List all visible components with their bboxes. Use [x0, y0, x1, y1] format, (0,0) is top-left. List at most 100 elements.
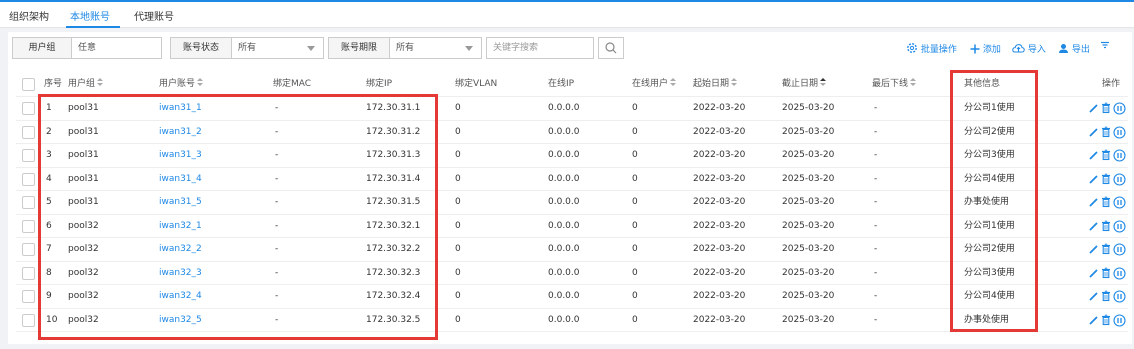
pause-icon[interactable]	[1113, 172, 1126, 186]
account-status-select[interactable]: 所有	[232, 37, 324, 59]
select-all-checkbox[interactable]	[22, 78, 35, 91]
column-filter-button[interactable]	[1100, 40, 1110, 51]
cell-account[interactable]: iwan31_2	[159, 121, 202, 144]
edit-icon[interactable]	[1088, 196, 1099, 208]
col-header-online-user[interactable]: 在线用户	[632, 73, 677, 96]
cell-other-info: 办事处使用	[964, 197, 1010, 207]
row-checkbox[interactable]	[22, 219, 35, 233]
cell-account[interactable]: iwan31_1	[159, 97, 202, 120]
cell-mac: -	[275, 150, 279, 160]
trash-icon[interactable]	[1101, 314, 1111, 326]
table-row: 1 pool31 iwan31_1 - 172.30.31.1 0 0.0.0.0 0 2022…	[16, 97, 1128, 121]
cell-account[interactable]: iwan32_4	[159, 285, 202, 308]
row-checkbox[interactable]	[22, 290, 35, 303]
cell-account[interactable]: iwan32_5	[159, 309, 202, 332]
edit-icon[interactable]	[1088, 243, 1099, 255]
pause-icon[interactable]	[1113, 290, 1126, 303]
row-checkbox[interactable]	[22, 313, 35, 327]
pause-icon[interactable]	[1113, 196, 1126, 209]
trash-icon[interactable]	[1101, 126, 1111, 138]
cell-mac: -	[275, 267, 279, 278]
cell-vlan: 0	[455, 173, 461, 184]
col-header-account[interactable]: 用户账号	[159, 73, 204, 96]
row-checkbox[interactable]	[22, 266, 35, 280]
row-checkbox[interactable]	[22, 172, 35, 186]
export-button[interactable]: 导出	[1058, 42, 1090, 55]
cell-account[interactable]: iwan31_4	[159, 168, 202, 191]
pause-icon[interactable]	[1113, 149, 1126, 162]
cell-no: 8	[46, 267, 52, 278]
edit-icon[interactable]	[1088, 126, 1099, 138]
keyword-search-input[interactable]	[486, 37, 594, 59]
trash-icon[interactable]	[1101, 149, 1111, 161]
edit-icon[interactable]	[1088, 102, 1099, 114]
cell-account[interactable]: iwan32_1	[159, 215, 202, 238]
cell-group: pool32	[68, 291, 99, 301]
edit-icon[interactable]	[1088, 290, 1099, 302]
row-checkbox[interactable]	[22, 196, 35, 209]
pause-icon[interactable]	[1113, 266, 1126, 280]
pause-icon[interactable]	[1113, 243, 1126, 256]
col-header-last-offline[interactable]: 最后下线	[872, 73, 917, 96]
edit-icon[interactable]	[1088, 220, 1099, 232]
col-header-end-date[interactable]: 截止日期	[782, 73, 827, 96]
tab-local-accounts[interactable]: 本地账号	[70, 8, 110, 23]
col-header-group[interactable]: 用户组	[68, 73, 104, 96]
edit-icon[interactable]	[1088, 149, 1099, 161]
cell-start-date: 2022-03-20	[693, 173, 746, 184]
edit-icon[interactable]	[1088, 314, 1099, 326]
table-row: 5 pool31 iwan31_5 - 172.30.31.5 0 0.0.0.0 0 2022…	[16, 191, 1128, 215]
cell-group: pool31	[68, 197, 99, 207]
tab-proxy-accounts[interactable]: 代理账号	[134, 8, 174, 23]
cell-start-date: 2022-03-20	[693, 103, 746, 113]
col-header-start-date[interactable]: 起始日期	[693, 73, 738, 96]
row-checkbox[interactable]	[22, 149, 35, 162]
trash-icon[interactable]	[1101, 220, 1111, 232]
cell-end-date: 2025-03-20	[782, 197, 835, 207]
table-header: 序号 用户组 用户账号 绑定MAC 绑定IP 绑定VLAN 在线IP 在线用户 …	[16, 73, 1128, 97]
user-group-select[interactable]: 任意	[72, 37, 162, 59]
batch-operation-button[interactable]: 批量操作	[906, 42, 957, 55]
table-row: 9 pool32 iwan32_4 - 172.30.32.4 0 0.0.0.0 0 2022…	[16, 285, 1128, 309]
search-button[interactable]	[598, 37, 624, 59]
trash-icon[interactable]	[1101, 196, 1111, 208]
cell-account[interactable]: iwan32_3	[159, 262, 202, 285]
pause-icon[interactable]	[1113, 219, 1126, 233]
col-header-online-ip: 在线IP	[548, 79, 575, 89]
tab-org-structure[interactable]: 组织架构	[9, 8, 49, 23]
cell-vlan: 0	[455, 291, 461, 301]
trash-icon[interactable]	[1101, 102, 1111, 114]
row-checkbox[interactable]	[22, 243, 35, 256]
cell-start-date: 2022-03-20	[693, 314, 746, 325]
cell-mac: -	[275, 126, 279, 137]
col-header-end-date-label: 截止日期	[782, 79, 819, 89]
cell-end-date: 2025-03-20	[782, 291, 835, 301]
account-period-select[interactable]: 所有	[390, 37, 482, 59]
row-checkbox[interactable]	[22, 125, 35, 139]
add-button[interactable]: 添加	[970, 42, 1001, 55]
row-checkbox[interactable]	[22, 102, 35, 115]
edit-icon[interactable]	[1088, 173, 1099, 185]
cell-ip: 172.30.31.1	[366, 103, 421, 113]
cell-ip: 172.30.31.4	[366, 173, 421, 184]
cell-vlan: 0	[455, 314, 461, 325]
pause-icon[interactable]	[1113, 313, 1126, 327]
edit-icon[interactable]	[1088, 267, 1099, 279]
trash-icon[interactable]	[1101, 267, 1111, 279]
cell-group: pool32	[68, 244, 99, 254]
trash-icon[interactable]	[1101, 290, 1111, 302]
cell-vlan: 0	[455, 267, 461, 278]
trash-icon[interactable]	[1101, 173, 1111, 185]
accounts-panel: 用户组 任意 账号状态 所有 账号期限 所有 批量操作	[8, 32, 1132, 344]
cell-online-ip: 0.0.0.0	[548, 244, 580, 254]
cell-account[interactable]: iwan31_3	[159, 144, 202, 167]
plus-icon	[970, 44, 980, 54]
pause-icon[interactable]	[1113, 125, 1126, 139]
col-header-ip: 绑定IP	[366, 79, 393, 89]
trash-icon[interactable]	[1101, 243, 1111, 255]
cell-online-user: 0	[632, 103, 638, 113]
cell-account[interactable]: iwan31_5	[159, 191, 202, 214]
cell-account[interactable]: iwan32_2	[159, 238, 202, 261]
pause-icon[interactable]	[1113, 102, 1126, 115]
import-button[interactable]: 导入	[1012, 42, 1046, 55]
